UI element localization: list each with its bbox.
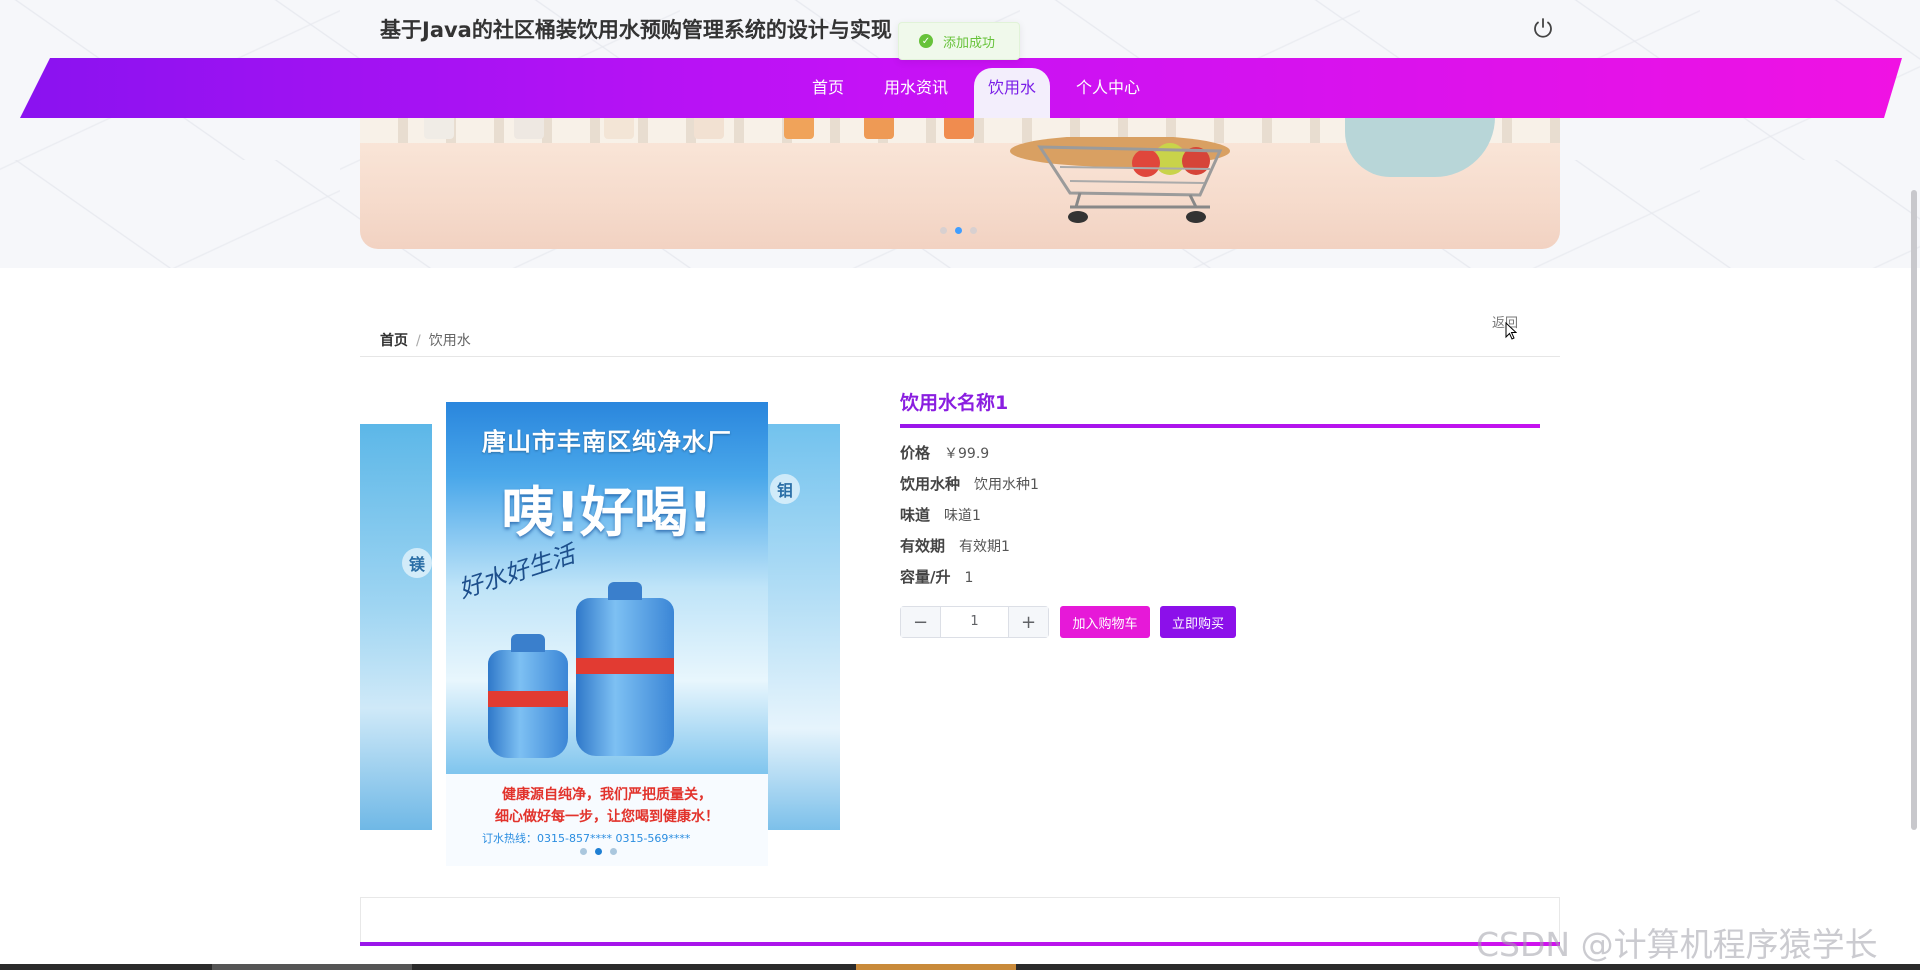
- banner-dots: [940, 227, 977, 234]
- success-toast: ✓ 添加成功: [898, 22, 1020, 60]
- attr-taste: 味道 味道1: [900, 504, 981, 525]
- detail-section: [360, 897, 1560, 945]
- attr-capacity: 容量/升 1: [900, 566, 973, 587]
- banner-figure: [1345, 117, 1495, 177]
- carousel-dot[interactable]: [580, 848, 587, 855]
- attr-value: 有效期1: [959, 539, 1010, 555]
- quantity-decrease-button[interactable]: −: [901, 607, 941, 637]
- breadcrumb-current: 饮用水: [428, 333, 471, 349]
- attr-key: 容量/升: [900, 568, 951, 586]
- scrollbar[interactable]: [1911, 190, 1917, 830]
- detail-divider: [360, 942, 1560, 946]
- nav-item-profile[interactable]: 个人中心: [1062, 58, 1154, 118]
- mineral-badge: 钼: [770, 474, 800, 504]
- breadcrumb-divider: [360, 356, 1560, 357]
- image-carousel-dots: [580, 848, 617, 855]
- nav-menu: 首页 用水资讯 饮用水 个人中心: [0, 58, 1920, 118]
- carousel-dot[interactable]: [940, 227, 947, 234]
- banner-jar: [944, 117, 974, 139]
- attr-value: 1: [964, 570, 974, 586]
- add-to-cart-button[interactable]: 加入购物车: [1060, 606, 1150, 638]
- attr-key: 味道: [900, 506, 931, 524]
- breadcrumb-separator: /: [416, 333, 421, 349]
- nav-item-water[interactable]: 饮用水: [974, 68, 1051, 118]
- carousel-dot[interactable]: [955, 227, 962, 234]
- site-title: 基于Java的社区桶装饮用水预购管理系统的设计与实现: [380, 18, 892, 42]
- shopping-cart-illustration: [1010, 137, 1230, 223]
- product-image-next[interactable]: 钼: [768, 424, 840, 830]
- watermark: CSDN @计算机程序猿学长: [1476, 925, 1878, 964]
- carousel-dot[interactable]: [595, 848, 602, 855]
- banner-jar: [694, 117, 724, 139]
- attr-value: 味道1: [944, 508, 981, 524]
- attr-key: 饮用水种: [900, 475, 961, 493]
- power-icon[interactable]: [1531, 16, 1555, 40]
- product-name-underline: [900, 424, 1540, 428]
- quantity-increase-button[interactable]: +: [1008, 607, 1048, 637]
- poster-line-2: 细心做好每一步，让您喝到健康水！: [495, 809, 719, 825]
- banner-jar: [514, 117, 544, 139]
- product-image-main[interactable]: 唐山市丰南区纯净水厂 咦!好喝! 好水好生活 健康源自纯净，我们严把质量关， 细…: [446, 402, 768, 866]
- product-image-prev[interactable]: 镁: [360, 424, 432, 830]
- attr-key: 价格: [900, 444, 931, 462]
- banner-jar: [864, 117, 894, 139]
- attr-value: ￥99.9: [944, 446, 990, 462]
- breadcrumb-home[interactable]: 首页: [380, 333, 408, 349]
- quantity-input[interactable]: 1: [941, 607, 1008, 637]
- mineral-badge: 镁: [402, 548, 432, 578]
- attr-value: 饮用水种1: [974, 477, 1039, 493]
- attr-key: 有效期: [900, 537, 946, 555]
- banner-jar: [604, 117, 634, 139]
- poster-line-1: 健康源自纯净，我们严把质量关，: [502, 787, 712, 803]
- quantity-stepper: − 1 +: [900, 606, 1049, 638]
- water-bottle-image: [488, 634, 568, 758]
- buy-now-button[interactable]: 立即购买: [1160, 606, 1236, 638]
- banner-jar: [424, 117, 454, 139]
- nav-item-home[interactable]: 首页: [798, 58, 858, 118]
- carousel-dot[interactable]: [970, 227, 977, 234]
- poster-phone: 订水热线：0315-857**** 0315-569****: [482, 832, 691, 845]
- nav-item-news[interactable]: 用水资讯: [870, 58, 962, 118]
- water-bottle-image: [576, 582, 674, 756]
- attr-water-type: 饮用水种 饮用水种1: [900, 473, 1039, 494]
- poster-slogan: 咦!好喝!: [501, 481, 713, 544]
- banner-carousel[interactable]: [360, 117, 1560, 249]
- product-name: 饮用水名称1: [900, 392, 1009, 414]
- toast-message: 添加成功: [943, 35, 996, 51]
- taskbar: [0, 964, 1920, 970]
- poster-title: 唐山市丰南区纯净水厂: [482, 428, 732, 456]
- carousel-dot[interactable]: [610, 848, 617, 855]
- mouse-pointer-icon: [1505, 322, 1517, 340]
- banner-jar: [784, 117, 814, 139]
- attr-expiry: 有效期 有效期1: [900, 535, 1010, 556]
- attr-price: 价格 ￥99.9: [900, 442, 989, 463]
- poster-text: 健康源自纯净，我们严把质量关， 细心做好每一步，让您喝到健康水！: [446, 784, 768, 828]
- breadcrumb: 首页 / 饮用水: [380, 330, 471, 350]
- check-circle-icon: ✓: [919, 34, 933, 48]
